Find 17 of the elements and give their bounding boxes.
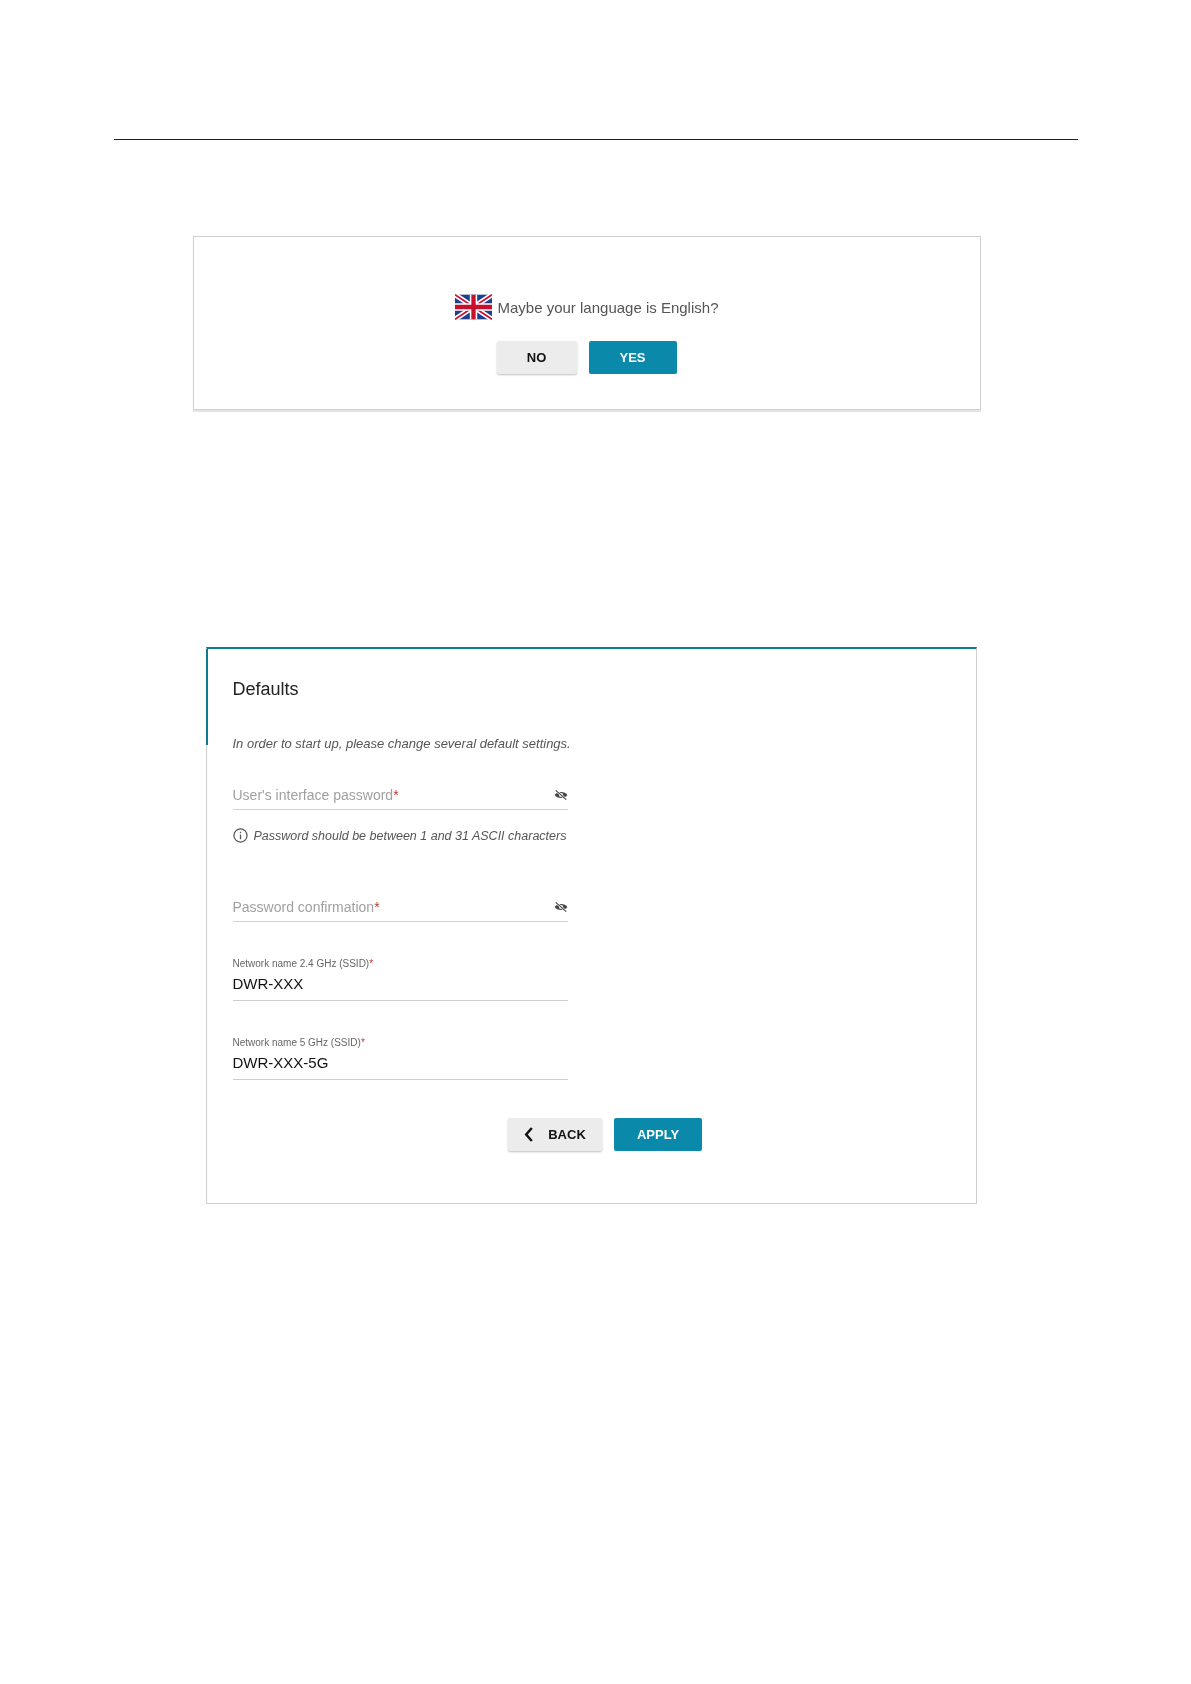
back-button[interactable]: BACK	[508, 1118, 602, 1151]
field-label: Network name 5 GHz (SSID)*	[232, 1037, 366, 1048]
info-icon	[232, 828, 248, 843]
field-label: Network name 2.4 GHz (SSID)*	[232, 958, 375, 969]
language-question: Maybe your language is English?	[497, 298, 719, 316]
panel-title: Defaults	[232, 679, 300, 700]
apply-button[interactable]: APPLY	[614, 1118, 702, 1151]
hint-text: Password should be between 1 and 31 ASCII characters	[253, 828, 567, 843]
hidden-eye-icon[interactable]	[553, 901, 568, 913]
password-field[interactable]: Password confirmation*	[232, 899, 568, 922]
uk-flag-icon	[454, 293, 492, 321]
yes-button[interactable]: YES	[588, 341, 677, 374]
chevron-left-icon	[524, 1127, 535, 1142]
description-text: In order to start up, please change several default settings.	[232, 736, 572, 751]
password-field[interactable]: User's interface password*	[232, 787, 568, 810]
hidden-eye-icon[interactable]	[553, 789, 568, 801]
no-button[interactable]: NO	[496, 341, 577, 374]
